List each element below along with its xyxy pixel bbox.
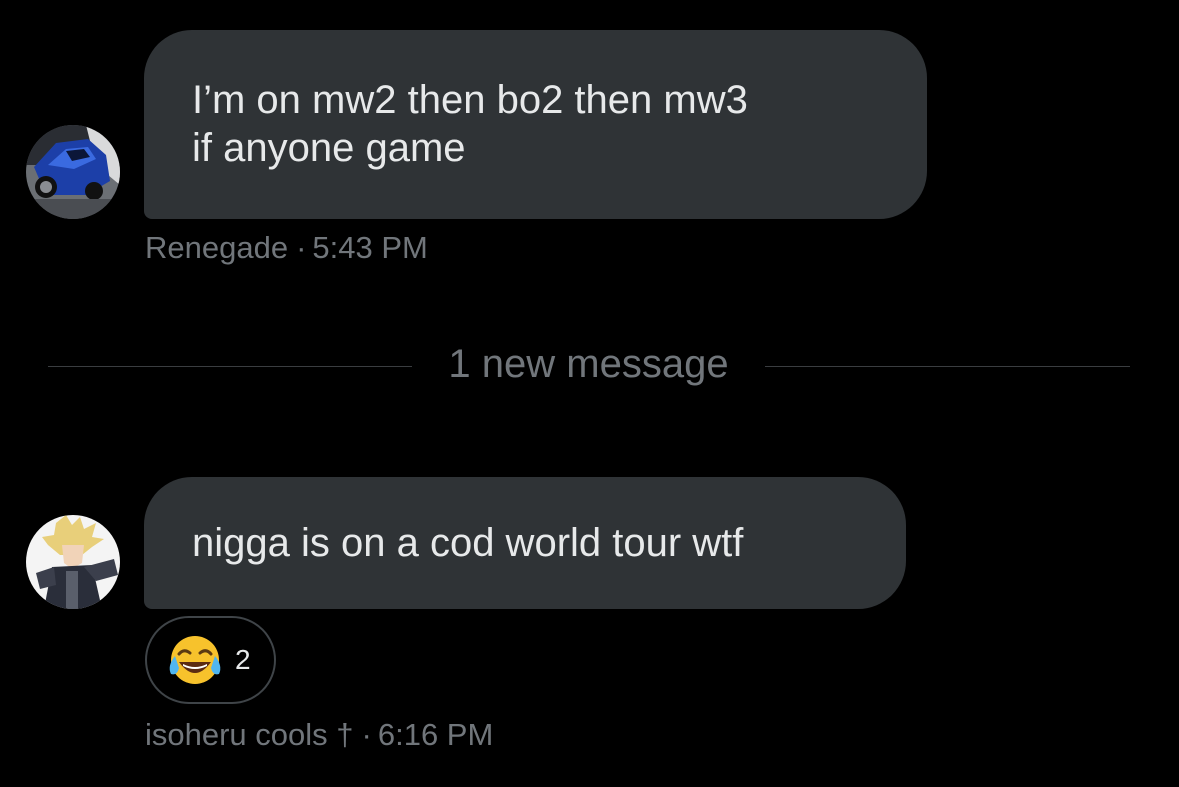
divider-line-right [765,366,1130,367]
message-text-line: nigga is on a cod world tour wtf [192,521,744,565]
message-meta: Renegade · 5:43 PM [145,230,428,266]
message-text-line: if anyone game [192,126,466,170]
dm-conversation: I’m on mw2 then bo2 then mw3 if anyone g… [0,0,1179,787]
anime-character-avatar-icon [26,515,120,609]
meta-separator: · [361,717,372,752]
sender-name[interactable]: isoheru cools † [145,717,354,752]
reaction-count: 2 [235,644,251,675]
car-avatar-icon [26,125,120,219]
sender-name[interactable]: Renegade [145,230,288,265]
message-timestamp: 5:43 PM [312,230,428,265]
message-bubble[interactable]: nigga is on a cod world tour wtf [144,477,906,609]
message-meta: isoheru cools † · 6:16 PM [145,717,493,753]
message-timestamp: 6:16 PM [377,717,494,752]
avatar-isoheru[interactable] [26,515,120,609]
avatar-renegade[interactable] [26,125,120,219]
new-message-divider-label: 1 new message [448,342,729,386]
message-bubble[interactable]: I’m on mw2 then bo2 then mw3 if anyone g… [144,30,927,219]
message-text-line: I’m on mw2 then bo2 then mw3 [192,78,748,122]
face-with-tears-of-joy-icon [167,632,223,688]
meta-separator: · [296,230,307,265]
reaction-pill[interactable]: 2 [145,616,276,704]
divider-line-left [48,366,412,367]
